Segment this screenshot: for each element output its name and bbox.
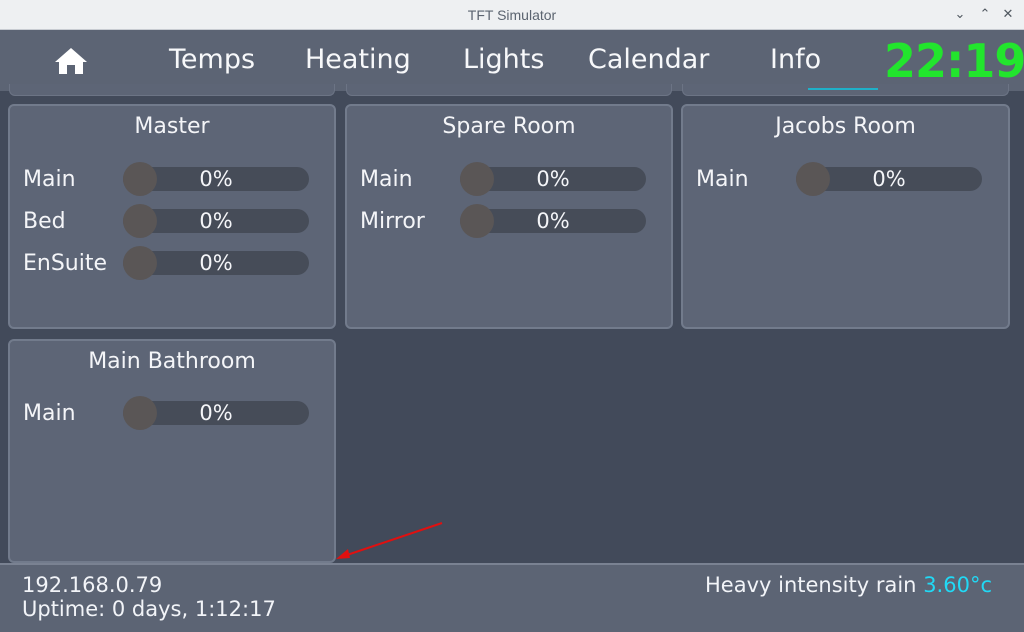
- dimmer-slider[interactable]: 0%: [123, 246, 309, 280]
- tab-calendar[interactable]: Calendar: [588, 44, 709, 76]
- annotation-arrow-icon: [336, 522, 443, 559]
- slider-value: 0%: [199, 251, 233, 275]
- light-label: EnSuite: [23, 251, 108, 276]
- weather-description: Heavy intensity rain: [705, 573, 917, 597]
- light-label: Main: [23, 167, 76, 192]
- uptime: Uptime: 0 days, 1:12:17: [22, 597, 276, 621]
- status-bar: 192.168.0.79 Uptime: 0 days, 1:12:17 Hea…: [0, 563, 1024, 632]
- slider-value: 0%: [872, 167, 906, 191]
- nav-bar: Temps Heating Lights Calendar Info 22:19: [0, 30, 1024, 91]
- close-icon[interactable]: ✕: [998, 5, 1018, 25]
- scroll-accent: [808, 88, 878, 90]
- weather-readout: Heavy intensity rain 3.60°c: [705, 573, 992, 597]
- card-title: Jacobs Room: [775, 114, 916, 139]
- slider-value: 0%: [536, 209, 570, 233]
- window-title-bar: TFT Simulator ⌄ ⌃ ✕: [0, 0, 1024, 30]
- slider-value: 0%: [199, 401, 233, 425]
- home-icon[interactable]: [54, 46, 88, 76]
- slider-value: 0%: [199, 167, 233, 191]
- room-card-master: Master Main 0% Bed 0% EnSuite 0%: [8, 104, 336, 329]
- room-card-jacobs-room: Jacobs Room Main 0%: [681, 104, 1010, 329]
- card-title: Main Bathroom: [88, 349, 256, 374]
- card-remnant: [346, 84, 672, 96]
- tab-heating[interactable]: Heating: [305, 44, 411, 76]
- card-title: Spare Room: [442, 114, 576, 139]
- dimmer-slider[interactable]: 0%: [460, 204, 646, 238]
- dimmer-slider[interactable]: 0%: [123, 396, 309, 430]
- dimmer-slider[interactable]: 0%: [123, 162, 309, 196]
- light-label: Mirror: [360, 209, 425, 234]
- slider-value: 0%: [199, 209, 233, 233]
- light-label: Main: [696, 167, 749, 192]
- dimmer-slider[interactable]: 0%: [796, 162, 982, 196]
- dimmer-slider[interactable]: 0%: [460, 162, 646, 196]
- dimmer-slider[interactable]: 0%: [123, 204, 309, 238]
- clock: 22:19: [884, 34, 1024, 88]
- room-card-main-bathroom: Main Bathroom Main 0%: [8, 339, 336, 563]
- card-remnant: [9, 84, 335, 96]
- tab-lights[interactable]: Lights: [463, 44, 544, 76]
- ip-address: 192.168.0.79: [22, 573, 163, 597]
- tab-temps[interactable]: Temps: [169, 44, 255, 76]
- light-label: Main: [360, 167, 413, 192]
- card-remnant: [682, 84, 1009, 96]
- outdoor-temperature: 3.60°c: [923, 573, 992, 597]
- light-label: Bed: [23, 209, 66, 234]
- card-title: Master: [134, 114, 210, 139]
- light-label: Main: [23, 401, 76, 426]
- slider-value: 0%: [536, 167, 570, 191]
- window-title: TFT Simulator: [467, 7, 557, 23]
- minimize-icon[interactable]: ⌄: [950, 5, 970, 25]
- tab-info[interactable]: Info: [770, 44, 821, 76]
- maximize-icon[interactable]: ⌃: [975, 5, 995, 25]
- room-card-spare-room: Spare Room Main 0% Mirror 0%: [345, 104, 673, 329]
